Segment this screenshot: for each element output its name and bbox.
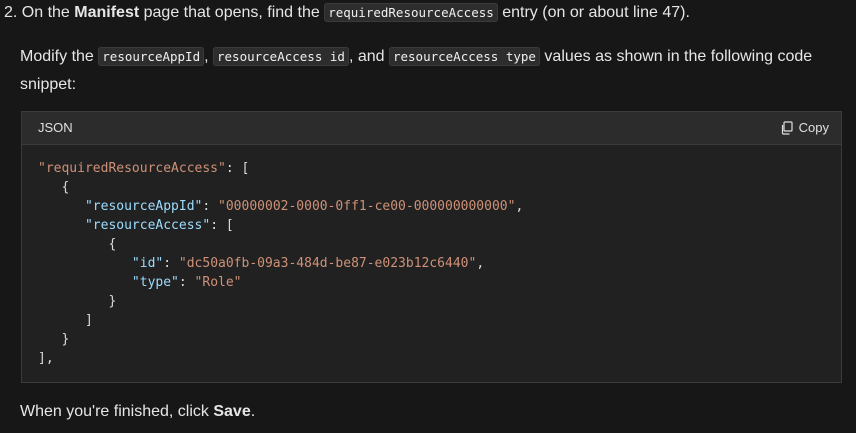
code-key: "resourceAccess" bbox=[84, 218, 211, 233]
code-block: JSON Copy "requiredResourceAccess": [ { … bbox=[21, 111, 842, 383]
instruction-text: Modify the bbox=[20, 48, 99, 65]
save-label: Save bbox=[213, 403, 251, 420]
step-text: page that opens, find the bbox=[139, 4, 325, 21]
inline-code-resource-access-id: resourceAccess id bbox=[213, 47, 349, 66]
copy-button[interactable]: Copy bbox=[780, 118, 829, 138]
code-value: "Role" bbox=[194, 275, 242, 290]
instruction-text: , and bbox=[348, 48, 389, 65]
code-value: "dc50a0fb-09a3-484d-be87-e023b12c6440" bbox=[178, 256, 477, 271]
copy-icon bbox=[781, 121, 793, 135]
finish-text: . bbox=[250, 403, 256, 420]
code-key: "requiredResourceAccess" bbox=[38, 161, 226, 176]
inline-code-required-resource-access: requiredResourceAccess bbox=[324, 3, 498, 22]
inline-code-resource-app-id: resourceAppId bbox=[98, 47, 205, 66]
finish-instruction: When you're finished, click Save. bbox=[20, 400, 255, 424]
copy-label: Copy bbox=[798, 120, 829, 136]
code-key: "id" bbox=[131, 256, 164, 271]
code-value: "00000002-0000-0ff1-ce00-000000000000" bbox=[218, 199, 516, 214]
code-content: "requiredResourceAccess": [ { "resourceA… bbox=[38, 161, 524, 366]
code-block-header: JSON Copy bbox=[22, 112, 841, 145]
step-instruction: 2. On the Manifest page that opens, find… bbox=[4, 1, 690, 25]
finish-text: When you're finished, click bbox=[20, 403, 214, 420]
code-key: "type" bbox=[131, 275, 179, 290]
step-text: entry (on or about line 47). bbox=[497, 4, 690, 21]
modify-instruction: Modify the resourceAppId, resourceAccess… bbox=[20, 43, 830, 99]
code-language-label: JSON bbox=[38, 120, 73, 136]
code-key: "resourceAppId" bbox=[84, 199, 203, 214]
step-text: 2. On the bbox=[4, 4, 75, 21]
manifest-label: Manifest bbox=[74, 4, 140, 21]
instruction-text: , bbox=[204, 48, 213, 65]
inline-code-resource-access-type: resourceAccess type bbox=[388, 47, 540, 66]
